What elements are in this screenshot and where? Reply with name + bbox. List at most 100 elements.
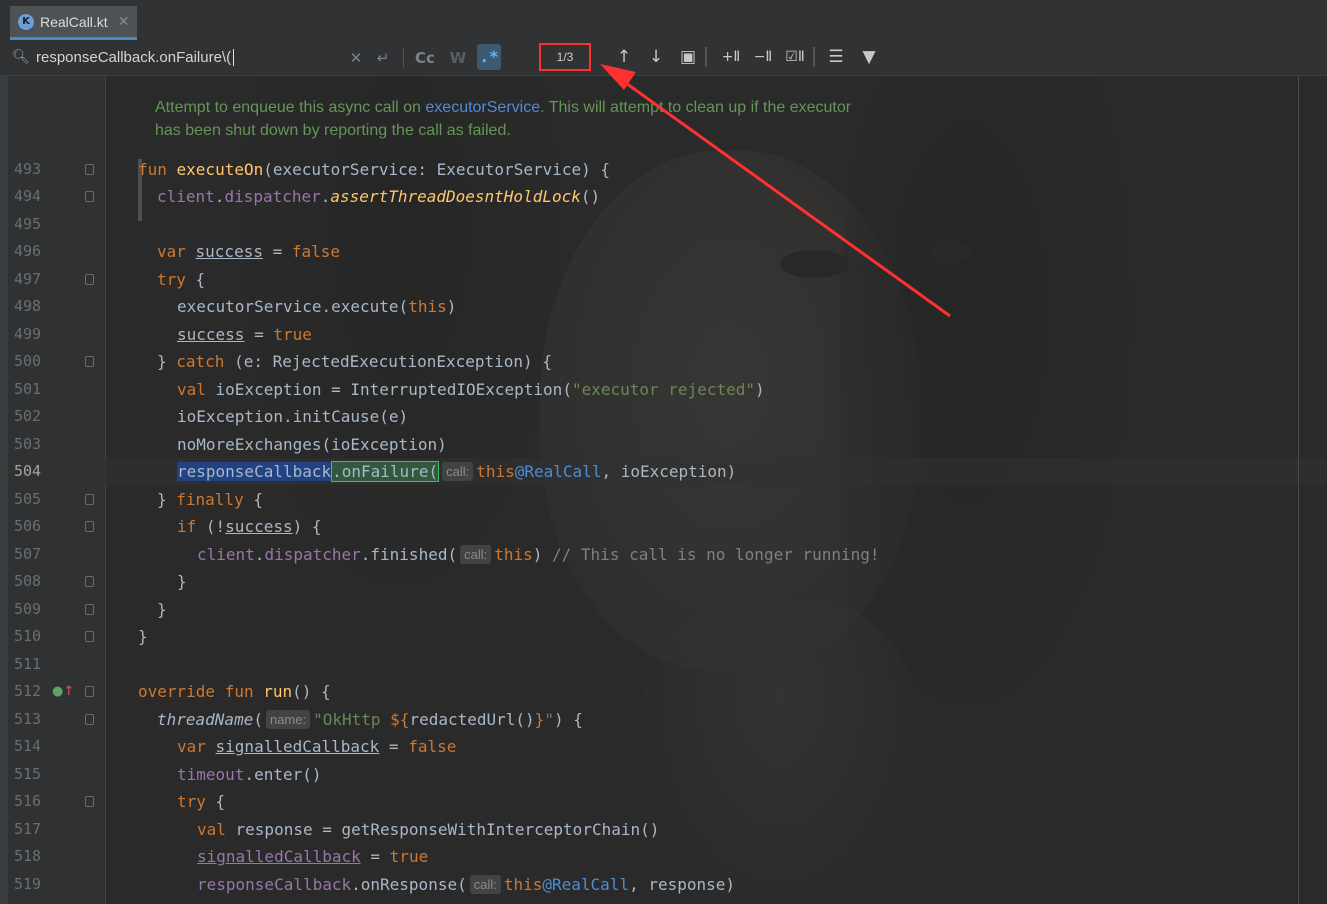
code-line[interactable]: 493 fun executeOn(executorService: Execut… <box>0 156 1327 183</box>
code-line[interactable]: 518 signalledCallback = true <box>0 843 1327 870</box>
code-line[interactable]: 506 if (!success) { <box>0 513 1327 540</box>
code-line[interactable]: 517 val response = getResponseWithInterce… <box>0 816 1327 843</box>
code-line[interactable]: 498 executorService.execute(this) <box>0 293 1327 320</box>
code-token: } <box>157 600 167 619</box>
code-token: true <box>389 847 429 866</box>
code-line[interactable]: 505} finally { <box>0 486 1327 513</box>
next-occurrence-icon[interactable]: ↓ <box>645 46 667 68</box>
previous-occurrence-icon[interactable]: ↑ <box>613 46 635 68</box>
code-line[interactable]: 499 success = true <box>0 321 1327 348</box>
fold-marker-icon[interactable] <box>85 604 94 615</box>
code-line[interactable]: 508} <box>0 568 1327 595</box>
code-editor[interactable]: 493 fun executeOn(executorService: Execut… <box>0 76 1327 904</box>
code-token: response = getResponseWithInterceptorCha… <box>235 820 660 839</box>
fold-marker-icon[interactable] <box>85 191 94 202</box>
code-token: { <box>205 792 226 811</box>
code-line[interactable]: 502 ioException.initCause(e) <box>0 403 1327 430</box>
find-in-window-icon[interactable]: ▣ <box>677 46 699 68</box>
code-token: success <box>225 517 293 536</box>
code-line[interactable]: 496 var success = false <box>0 238 1327 265</box>
fold-marker-icon[interactable] <box>85 356 94 367</box>
code-line[interactable]: 507 client.dispatcher.finished(call: this)… <box>0 541 1327 568</box>
code-token: assertThreadDoesntHoldLock <box>330 187 581 206</box>
code-line[interactable]: 497 try { <box>0 266 1327 293</box>
code-token: .onFailure( <box>331 461 440 482</box>
parameter-hint: call: <box>460 545 492 564</box>
code-text: } finally { <box>157 486 263 513</box>
code-line[interactable]: 515 timeout.enter() <box>0 761 1327 788</box>
tab-realcall[interactable]: K RealCall.kt ✕ <box>10 6 138 40</box>
code-token: override fun <box>138 682 264 701</box>
match-case-button[interactable]: Cc <box>412 48 438 68</box>
remove-occurrence-icon[interactable]: −Ⅱ <box>750 46 776 68</box>
fold-marker-icon[interactable] <box>85 796 94 807</box>
code-token: () { <box>292 682 331 701</box>
line-number: 516 <box>14 792 42 810</box>
clear-search-icon[interactable]: ✕ <box>346 48 366 68</box>
line-number: 509 <box>14 600 42 618</box>
select-all-occurrences-icon[interactable]: ☑Ⅱ <box>782 46 808 68</box>
fold-marker-icon[interactable] <box>85 686 94 697</box>
right-margin-guide <box>1298 76 1299 904</box>
code-line[interactable]: 504 responseCallback.onFailure(call: this@… <box>0 458 1327 485</box>
line-number: 506 <box>14 517 42 535</box>
code-token: ${ <box>390 710 410 729</box>
override-gutter-icon[interactable]: ●↑ <box>52 684 74 699</box>
close-icon[interactable]: ✕ <box>118 14 130 30</box>
code-token: , ioException) <box>601 462 737 481</box>
code-token: val <box>177 380 216 399</box>
fold-marker-icon[interactable] <box>85 521 94 532</box>
code-line[interactable]: 516 try { <box>0 788 1327 815</box>
code-token: = <box>379 737 409 756</box>
line-number: 511 <box>14 655 42 673</box>
code-line[interactable]: 501 val ioException = InterruptedIOExcept… <box>0 376 1327 403</box>
search-input[interactable]: 🔍︎ responseCallback.onFailure\( <box>12 44 368 70</box>
code-line[interactable]: 513 threadName(name: "OkHttp ${redactedUrl… <box>0 706 1327 733</box>
code-line[interactable]: 509} <box>0 596 1327 623</box>
code-text: } catch (e: RejectedExecutionException) … <box>157 348 552 375</box>
fold-marker-icon[interactable] <box>85 576 94 587</box>
code-token: (! <box>196 517 226 536</box>
fold-marker-icon[interactable] <box>85 494 94 505</box>
code-line[interactable]: 503 noMoreExchanges(ioException) <box>0 431 1327 458</box>
code-line[interactable]: 512 override fun run() { <box>0 678 1327 705</box>
regex-toggle-button[interactable]: .* <box>477 44 501 70</box>
fold-marker-icon[interactable] <box>85 631 94 642</box>
code-token: = <box>262 242 292 261</box>
code-line[interactable]: 519 responseCallback.onResponse(call: this… <box>0 871 1327 898</box>
filter-settings-icon[interactable]: ☰ <box>824 46 848 68</box>
code-text: var signalledCallback = false <box>177 733 456 760</box>
code-line[interactable]: 511 <box>0 651 1327 678</box>
code-text: timeout.enter() <box>177 761 322 788</box>
code-token: .finished( <box>360 545 458 564</box>
code-token: dispatcher <box>264 545 361 564</box>
add-occurrence-icon[interactable]: +Ⅱ <box>718 46 744 68</box>
code-token: finally <box>176 490 244 509</box>
code-token: this <box>408 297 447 316</box>
code-line[interactable]: 500} catch (e: RejectedExecutionExceptio… <box>0 348 1327 375</box>
code-token: . <box>254 545 265 564</box>
code-token: } <box>138 627 148 646</box>
fold-marker-icon[interactable] <box>85 274 94 285</box>
code-text: noMoreExchanges(ioException) <box>177 431 447 458</box>
doc-link[interactable]: executorService <box>425 99 540 116</box>
new-line-icon[interactable]: ↵ <box>372 48 394 68</box>
search-icon[interactable]: 🔍︎ <box>12 49 36 65</box>
filter-icon[interactable]: ▼ <box>857 46 881 68</box>
code-line[interactable]: 495 <box>0 211 1327 238</box>
words-button[interactable]: W <box>447 48 469 68</box>
code-token: signalledCallback <box>197 847 361 866</box>
code-text: if (!success) { <box>177 513 322 540</box>
text-caret <box>233 48 235 66</box>
search-query: responseCallback.onFailure\( <box>36 48 232 66</box>
tab-label: RealCall.kt <box>40 13 108 30</box>
code-line[interactable]: 514 var signalledCallback = false <box>0 733 1327 760</box>
fold-marker-icon[interactable] <box>85 164 94 175</box>
code-token: // This call is no longer running! <box>552 545 880 564</box>
parameter-hint: name: <box>265 710 311 729</box>
code-line[interactable]: 494 client.dispatcher.assertThreadDoesntH… <box>0 183 1327 210</box>
code-token: " <box>544 710 554 729</box>
fold-marker-icon[interactable] <box>85 714 94 725</box>
line-number: 501 <box>14 380 42 398</box>
code-line[interactable]: 510} <box>0 623 1327 650</box>
